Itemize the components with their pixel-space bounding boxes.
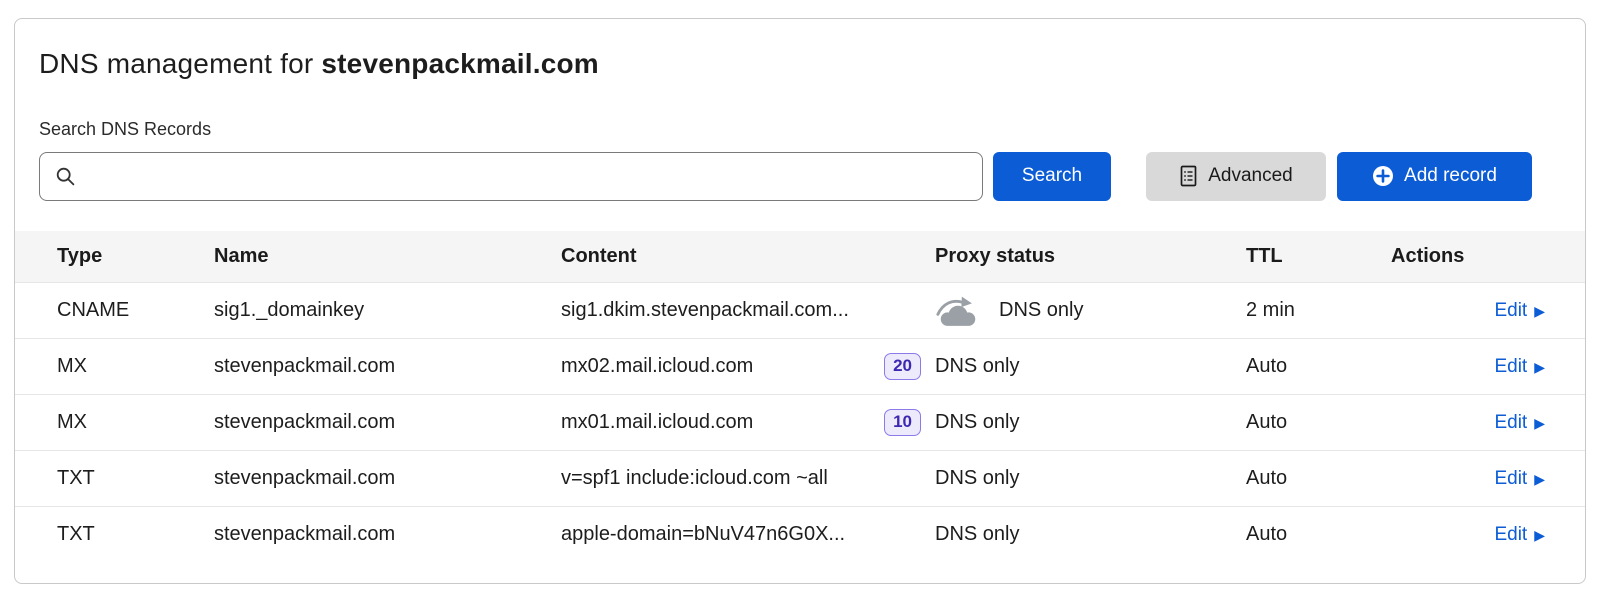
edit-arrow-icon: ▶	[1534, 360, 1545, 374]
cell-ttl: Auto	[1246, 451, 1391, 507]
dns-records-table: Type Name Content Proxy status TTL Actio…	[15, 231, 1585, 563]
edit-link-label: Edit	[1494, 412, 1527, 434]
edit-link-label: Edit	[1494, 468, 1527, 490]
column-header-actions: Actions	[1391, 231, 1585, 283]
proxy-status-label: DNS only	[935, 467, 1019, 490]
table-row: TXT stevenpackmail.com v=spf1 include:ic…	[15, 451, 1585, 507]
priority-badge: 10	[884, 409, 921, 436]
cell-type: CNAME	[15, 283, 214, 339]
cell-type: MX	[15, 339, 214, 395]
cell-content: mx02.mail.icloud.com	[561, 355, 753, 378]
column-header-type: Type	[15, 231, 214, 283]
proxy-status-label: DNS only	[935, 523, 1019, 546]
cell-content: mx01.mail.icloud.com	[561, 411, 753, 434]
dns-management-card: DNS management for stevenpackmail.com Se…	[14, 18, 1586, 584]
page-title-prefix: DNS management for	[39, 48, 321, 79]
cell-type: TXT	[15, 451, 214, 507]
edit-link-label: Edit	[1494, 300, 1527, 322]
add-record-button-label: Add record	[1404, 165, 1497, 187]
advanced-button[interactable]: Advanced	[1146, 152, 1326, 201]
cell-content: apple-domain=bNuV47n6G0X...	[561, 523, 845, 546]
toolbar: Search Advanced	[39, 152, 1561, 201]
domain-name: stevenpackmail.com	[321, 48, 599, 79]
edit-arrow-icon: ▶	[1534, 416, 1545, 430]
search-input[interactable]	[39, 152, 983, 201]
table-row: TXT stevenpackmail.com apple-domain=bNuV…	[15, 507, 1585, 563]
column-header-name: Name	[214, 231, 561, 283]
cell-content: sig1.dkim.stevenpackmail.com...	[561, 299, 849, 322]
edit-link-label: Edit	[1494, 356, 1527, 378]
cell-name: stevenpackmail.com	[214, 339, 561, 395]
edit-link[interactable]: Edit ▶	[1494, 468, 1545, 490]
search-button-label: Search	[1022, 165, 1082, 187]
add-record-button[interactable]: Add record	[1337, 152, 1532, 201]
cell-name: stevenpackmail.com	[214, 451, 561, 507]
list-document-icon	[1179, 165, 1198, 187]
cell-ttl: Auto	[1246, 339, 1391, 395]
priority-badge: 20	[884, 353, 921, 380]
page-title: DNS management for stevenpackmail.com	[39, 47, 1561, 81]
plus-circle-icon	[1372, 165, 1394, 187]
cell-ttl: Auto	[1246, 507, 1391, 563]
advanced-button-label: Advanced	[1208, 165, 1293, 187]
edit-arrow-icon: ▶	[1534, 472, 1545, 486]
search-label: Search DNS Records	[39, 119, 1561, 140]
search-box	[39, 152, 983, 201]
cell-ttl: 2 min	[1246, 283, 1391, 339]
cell-type: MX	[15, 395, 214, 451]
proxy-status-label: DNS only	[935, 411, 1019, 434]
edit-link[interactable]: Edit ▶	[1494, 524, 1545, 546]
dns-only-cloud-icon	[935, 294, 981, 327]
edit-link[interactable]: Edit ▶	[1494, 300, 1545, 322]
column-header-proxy: Proxy status	[935, 231, 1246, 283]
table-header-row: Type Name Content Proxy status TTL Actio…	[15, 231, 1585, 283]
cell-name: stevenpackmail.com	[214, 507, 561, 563]
cell-type: TXT	[15, 507, 214, 563]
edit-link[interactable]: Edit ▶	[1494, 356, 1545, 378]
dns-table-body: CNAME sig1._domainkey sig1.dkim.stevenpa…	[15, 283, 1585, 563]
cell-name: sig1._domainkey	[214, 283, 561, 339]
table-row: MX stevenpackmail.com mx01.mail.icloud.c…	[15, 395, 1585, 451]
cell-name: stevenpackmail.com	[214, 395, 561, 451]
cell-ttl: Auto	[1246, 395, 1391, 451]
column-header-content: Content	[561, 231, 935, 283]
table-row: MX stevenpackmail.com mx02.mail.icloud.c…	[15, 339, 1585, 395]
cell-content: v=spf1 include:icloud.com ~all	[561, 467, 828, 490]
edit-link-label: Edit	[1494, 524, 1527, 546]
edit-arrow-icon: ▶	[1534, 528, 1545, 542]
search-button[interactable]: Search	[993, 152, 1111, 201]
edit-link[interactable]: Edit ▶	[1494, 412, 1545, 434]
table-row: CNAME sig1._domainkey sig1.dkim.stevenpa…	[15, 283, 1585, 339]
proxy-status-label: DNS only	[935, 355, 1019, 378]
edit-arrow-icon: ▶	[1534, 304, 1545, 318]
proxy-status-label: DNS only	[999, 299, 1083, 322]
column-header-ttl: TTL	[1246, 231, 1391, 283]
